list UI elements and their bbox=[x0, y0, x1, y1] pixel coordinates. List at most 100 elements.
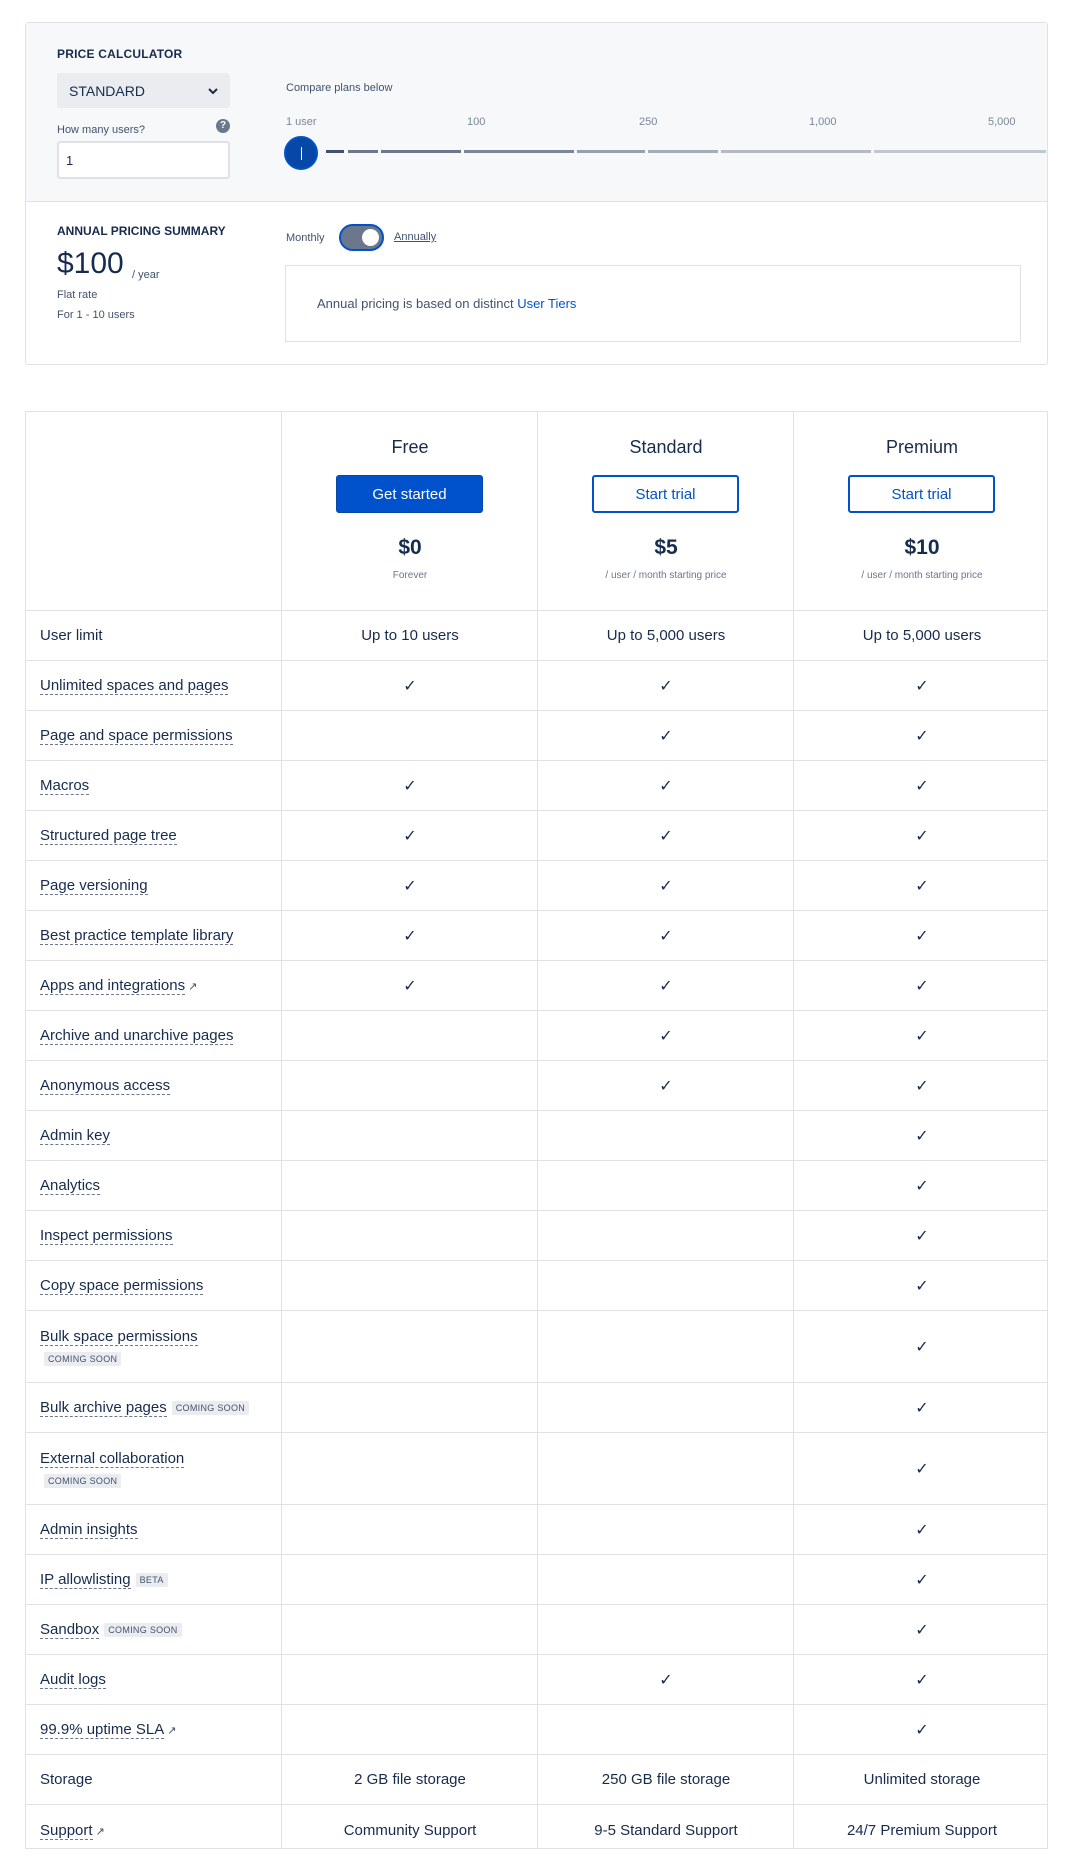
feature-label-line: Analytics bbox=[40, 1176, 101, 1195]
plan-value-cell: ✓ bbox=[538, 961, 794, 1010]
summary-price-unit: / year bbox=[132, 269, 160, 281]
monthly-label[interactable]: Monthly bbox=[286, 232, 325, 244]
checkmark-icon: ✓ bbox=[403, 677, 417, 695]
flat-rate-label: Flat rate bbox=[57, 289, 98, 301]
feature-name[interactable]: External collaboration bbox=[40, 1450, 185, 1468]
users-count-input[interactable] bbox=[57, 141, 230, 179]
table-row: Best practice template library ✓ ✓ ✓ bbox=[26, 911, 1047, 961]
slider-segment bbox=[577, 150, 645, 153]
plan-value-cell: ✓ bbox=[794, 1433, 1050, 1504]
feature-name[interactable]: Apps and integrations bbox=[40, 977, 186, 995]
feature-name[interactable]: Admin key bbox=[40, 1127, 111, 1145]
slider-segment bbox=[326, 150, 344, 153]
plan-value-cell: Unlimited storage bbox=[794, 1755, 1050, 1804]
plan-value-cell: Up to 5,000 users bbox=[794, 611, 1050, 660]
user-tiers-link[interactable]: User Tiers bbox=[517, 296, 576, 311]
feature-label-line: Structured page tree bbox=[40, 826, 177, 845]
feature-name[interactable]: Anonymous access bbox=[40, 1077, 171, 1095]
feature-label-line: Archive and unarchive pages bbox=[40, 1026, 234, 1045]
plan-value-cell: ✓ bbox=[538, 711, 794, 760]
feature-name: User limit bbox=[40, 627, 103, 644]
table-row: Support ↗ Community Support 9-5 Standard Su… bbox=[26, 1805, 1047, 1855]
user-slider-track[interactable] bbox=[326, 150, 1046, 153]
plan-price: $5 bbox=[654, 536, 678, 559]
feature-label-cell: Bulk space permissions COMING SOON bbox=[40, 1311, 198, 1382]
get-started-button[interactable]: Get started bbox=[336, 475, 483, 513]
plan-value-cell bbox=[282, 1061, 538, 1110]
slider-tick-label: 5,000 bbox=[988, 116, 1016, 128]
feature-name[interactable]: Copy space permissions bbox=[40, 1277, 204, 1295]
feature-label-line: User limit bbox=[40, 627, 103, 644]
slider-segment bbox=[348, 150, 378, 153]
feature-label-line: Admin key bbox=[40, 1126, 111, 1145]
billing-toggle[interactable] bbox=[339, 224, 384, 251]
feature-name[interactable]: Audit logs bbox=[40, 1671, 106, 1689]
feature-name[interactable]: Page versioning bbox=[40, 877, 148, 895]
checkmark-icon: ✓ bbox=[915, 977, 929, 995]
feature-name[interactable]: Bulk space permissions bbox=[40, 1328, 198, 1346]
checkmark-icon: ✓ bbox=[915, 1721, 929, 1739]
plan-value-cell: ✓ bbox=[794, 1111, 1050, 1160]
feature-label-line: 99.9% uptime SLA ↗ bbox=[40, 1720, 176, 1739]
feature-name[interactable]: Inspect permissions bbox=[40, 1227, 173, 1245]
feature-name[interactable]: Page and space permissions bbox=[40, 727, 233, 745]
feature-name[interactable]: Unlimited spaces and pages bbox=[40, 677, 229, 695]
feature-label-line: Best practice template library bbox=[40, 926, 234, 945]
slider-tick-label: 1 user bbox=[286, 116, 317, 128]
help-icon[interactable]: ? bbox=[216, 119, 230, 133]
start-trial-button[interactable]: Start trial bbox=[592, 475, 739, 513]
plan-value-cell: ✓ bbox=[538, 661, 794, 710]
feature-label-cell: Archive and unarchive pages bbox=[40, 1011, 234, 1060]
plan-value-cell: ✓ bbox=[538, 1011, 794, 1060]
plan-value-text: 2 GB file storage bbox=[354, 1771, 466, 1788]
slider-segment bbox=[464, 150, 574, 153]
users-label: How many users? bbox=[57, 124, 146, 136]
plan-name: Standard bbox=[629, 437, 703, 457]
feature-name[interactable]: Macros bbox=[40, 777, 90, 795]
plan-value-cell bbox=[282, 1161, 538, 1210]
feature-label-cell: Analytics bbox=[40, 1161, 101, 1210]
feature-name[interactable]: Sandbox bbox=[40, 1621, 100, 1639]
feature-label-line: Bulk space permissions bbox=[40, 1327, 198, 1346]
table-row: Inspect permissions ✓ bbox=[26, 1211, 1047, 1261]
plan-select-value: STANDARD bbox=[69, 82, 145, 99]
feature-label-line: Copy space permissions bbox=[40, 1276, 204, 1295]
start-trial-button[interactable]: Start trial bbox=[848, 475, 995, 513]
external-link-icon: ↗ bbox=[95, 1825, 105, 1838]
plan-value-text: 250 GB file storage bbox=[601, 1771, 731, 1788]
feature-name[interactable]: Admin insights bbox=[40, 1521, 138, 1539]
feature-rows: User limit Up to 10 users Up to 5,000 user… bbox=[26, 611, 1047, 1855]
feature-label-cell: Unlimited spaces and pages bbox=[40, 661, 229, 710]
feature-name[interactable]: Archive and unarchive pages bbox=[40, 1027, 234, 1045]
plan-value-cell bbox=[282, 1555, 538, 1604]
feature-label-cell: Storage bbox=[40, 1755, 93, 1804]
feature-name[interactable]: Bulk archive pages bbox=[40, 1399, 167, 1417]
plan-value-cell: ✓ bbox=[282, 961, 538, 1010]
plan-value-cell bbox=[282, 1505, 538, 1554]
user-slider-handle[interactable] bbox=[284, 136, 318, 170]
feature-name[interactable]: 99.9% uptime SLA bbox=[40, 1721, 165, 1739]
calculator-title: PRICE CALCULATOR bbox=[57, 47, 183, 61]
checkmark-icon: ✓ bbox=[915, 1671, 929, 1689]
feature-name[interactable]: Best practice template library bbox=[40, 927, 234, 945]
feature-name[interactable]: Structured page tree bbox=[40, 827, 177, 845]
plan-value-cell: ✓ bbox=[794, 1311, 1050, 1382]
feature-tag-badge: BETA bbox=[135, 1573, 168, 1588]
plan-select-dropdown[interactable]: STANDARD bbox=[57, 73, 230, 108]
plan-column-standard: Standard Start trial $5 / user / month s… bbox=[538, 412, 794, 611]
pricing-info-box: Annual pricing is based on distinct User… bbox=[285, 265, 1021, 342]
checkmark-icon: ✓ bbox=[403, 877, 417, 895]
table-row: 99.9% uptime SLA ↗ ✓ bbox=[26, 1705, 1047, 1755]
annually-label[interactable]: Annually bbox=[394, 231, 436, 243]
feature-label-cell: Sandbox COMING SOON bbox=[40, 1605, 182, 1654]
feature-tag-badge: COMING SOON bbox=[44, 1352, 122, 1366]
feature-label-cell: Page versioning bbox=[40, 861, 148, 910]
slider-segment bbox=[874, 150, 1046, 153]
feature-name[interactable]: IP allowlisting bbox=[40, 1571, 131, 1589]
checkmark-icon: ✓ bbox=[403, 927, 417, 945]
external-link-icon: ↗ bbox=[167, 1725, 177, 1737]
plan-value-cell: Up to 10 users bbox=[282, 611, 538, 660]
checkmark-icon: ✓ bbox=[659, 977, 673, 995]
feature-name[interactable]: Support bbox=[40, 1821, 93, 1840]
feature-name[interactable]: Analytics bbox=[40, 1177, 101, 1195]
